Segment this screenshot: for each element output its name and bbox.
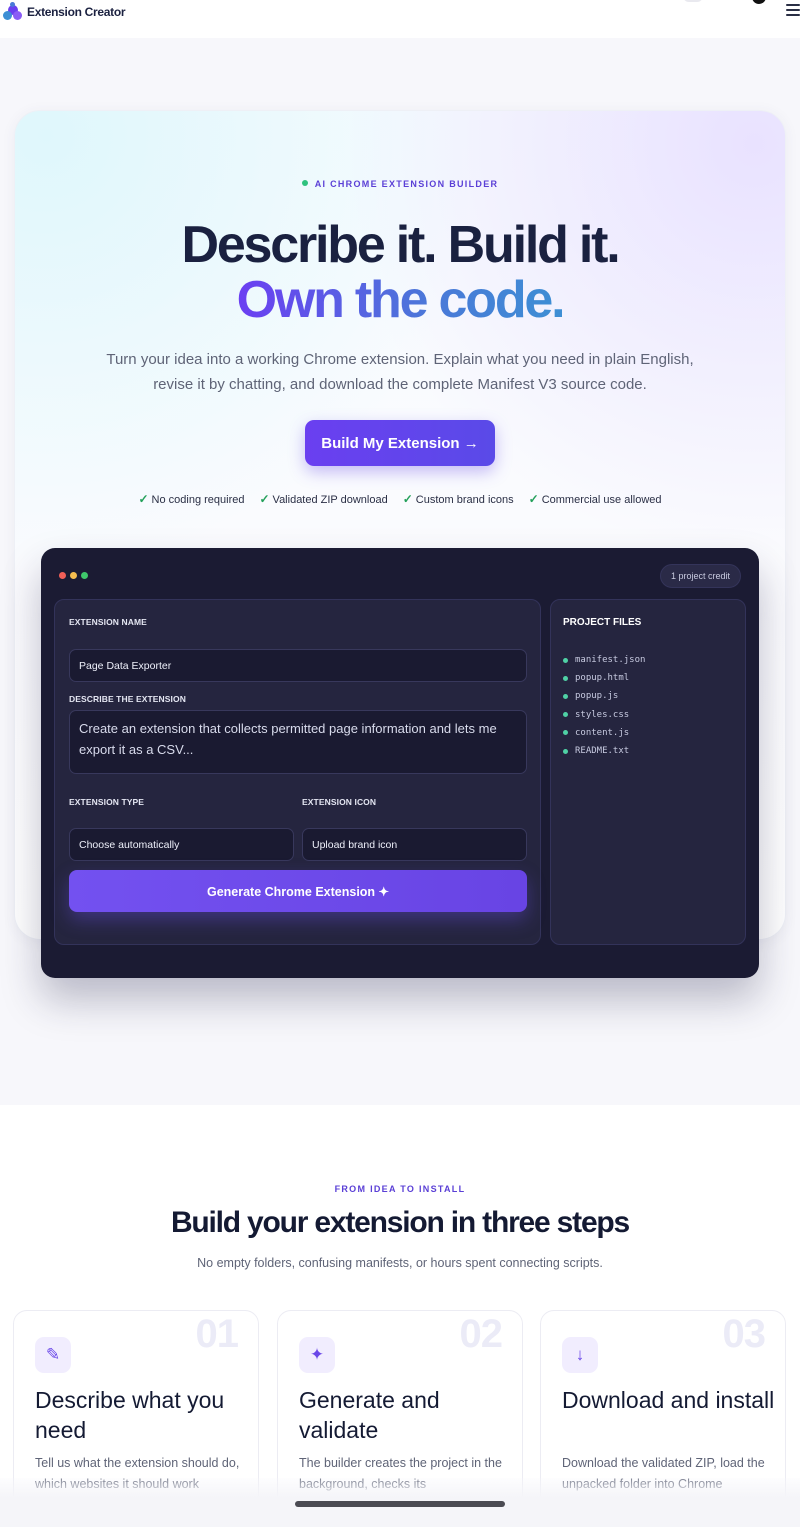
hamburger-menu-icon[interactable] [786,4,800,18]
feature-item: ✓ Validated ZIP download [259,492,387,506]
download-arrow-icon: ↓ [562,1337,598,1373]
file-name: popup.js [575,691,619,702]
hero-eyebrow: AI CHROME EXTENSION BUILDER [0,179,800,189]
window-controls [59,572,88,579]
describe-extension-label: DESCRIBE THE EXTENSION [69,694,186,704]
feature-list: ✓ No coding required ✓ Validated ZIP downl… [0,492,800,506]
file-item[interactable]: popup.html [563,669,645,687]
step-title: Download and install [562,1387,775,1413]
describe-extension-textarea[interactable]: Create an extension that collects permit… [69,710,527,774]
file-dot-icon [563,657,568,663]
puzzle-logo-icon [3,2,23,22]
file-item[interactable]: styles.css [563,706,645,724]
file-dot-icon [563,748,568,754]
feature-label: Custom brand icons [415,494,514,506]
hero-eyebrow-text: AI CHROME EXTENSION BUILDER [314,179,499,189]
check-icon: ✓ [259,492,270,506]
step-title: Generate and validate [299,1387,440,1443]
project-files-panel: PROJECT FILES manifest.json popup.html p… [550,599,746,945]
file-name: content.js [575,727,630,738]
minimize-dot-icon [70,572,77,579]
feature-label: Validated ZIP download [272,494,388,506]
generate-extension-button[interactable]: Generate Chrome Extension ✦ [69,870,527,912]
extension-type-label: EXTENSION TYPE [69,797,145,807]
builder-form-panel: EXTENSION NAME Page Data Exporter DESCRI… [54,599,541,945]
sparkle-icon: ✦ [299,1337,335,1373]
pencil-icon: ✎ [35,1337,71,1373]
file-item[interactable]: popup.js [563,687,645,705]
step-number: 03 [722,1312,766,1356]
feature-label: No coding required [151,494,245,506]
check-icon: ✓ [138,492,149,506]
nav-control-icon[interactable] [683,0,703,2]
file-name: styles.css [575,709,630,720]
feature-item: ✓ Commercial use allowed [529,492,662,506]
file-item[interactable]: README.txt [563,742,645,760]
feature-item: ✓ Custom brand icons [403,492,514,506]
file-list: manifest.json popup.html popup.js styles… [563,651,645,760]
project-credit-badge: 1 project credit [659,564,741,588]
build-my-extension-button[interactable]: Build My Extension → [305,420,495,466]
extension-icon-label: EXTENSION ICON [302,797,377,807]
check-icon: ✓ [528,492,539,506]
avatar-icon[interactable] [752,0,766,4]
file-dot-icon [563,675,568,681]
check-icon: ✓ [402,492,413,506]
file-item[interactable]: manifest.json [563,651,645,669]
file-dot-icon [563,730,568,736]
brand-logo[interactable]: Extension Creator [3,2,126,22]
status-dot-icon [301,180,308,186]
brand-name: Extension Creator [27,5,126,19]
builder-window: 1 project credit EXTENSION NAME Page Dat… [41,548,759,978]
hero-headline-line1: Describe it. Build it. [181,216,620,274]
upload-brand-icon-field[interactable]: Upload brand icon [302,828,527,861]
step-title: Describe what you need [35,1387,225,1443]
file-name: manifest.json [575,655,646,666]
file-name: README.txt [575,746,630,757]
top-navigation-bar: Extension Creator [0,0,800,38]
extension-name-input[interactable]: Page Data Exporter [69,649,527,682]
steps-subtitle: No empty folders, confusing manifests, o… [197,1256,603,1270]
hero-headline-gradient-text: Own the code. [236,271,566,329]
file-dot-icon [563,693,568,699]
home-indicator[interactable] [295,1501,505,1507]
steps-title: Build your extension in three steps [170,1206,630,1239]
step-number: 02 [459,1312,503,1356]
extension-name-label: EXTENSION NAME [69,617,147,627]
file-dot-icon [563,712,568,718]
file-name: popup.html [575,673,630,684]
file-item[interactable]: content.js [563,724,645,742]
feature-label: Commercial use allowed [541,494,662,506]
steps-eyebrow: FROM IDEA TO INSTALL [334,1184,466,1194]
close-dot-icon [59,572,66,579]
step-number: 01 [195,1312,239,1356]
project-files-title: PROJECT FILES [563,617,642,628]
hero-subhead: Turn your idea into a working Chrome ext… [106,351,694,393]
maximize-dot-icon [81,572,88,579]
extension-type-select[interactable]: Choose automatically [69,828,294,861]
hero-headline-line2: Own the code. [0,270,800,330]
feature-item: ✓ No coding required [138,492,244,506]
